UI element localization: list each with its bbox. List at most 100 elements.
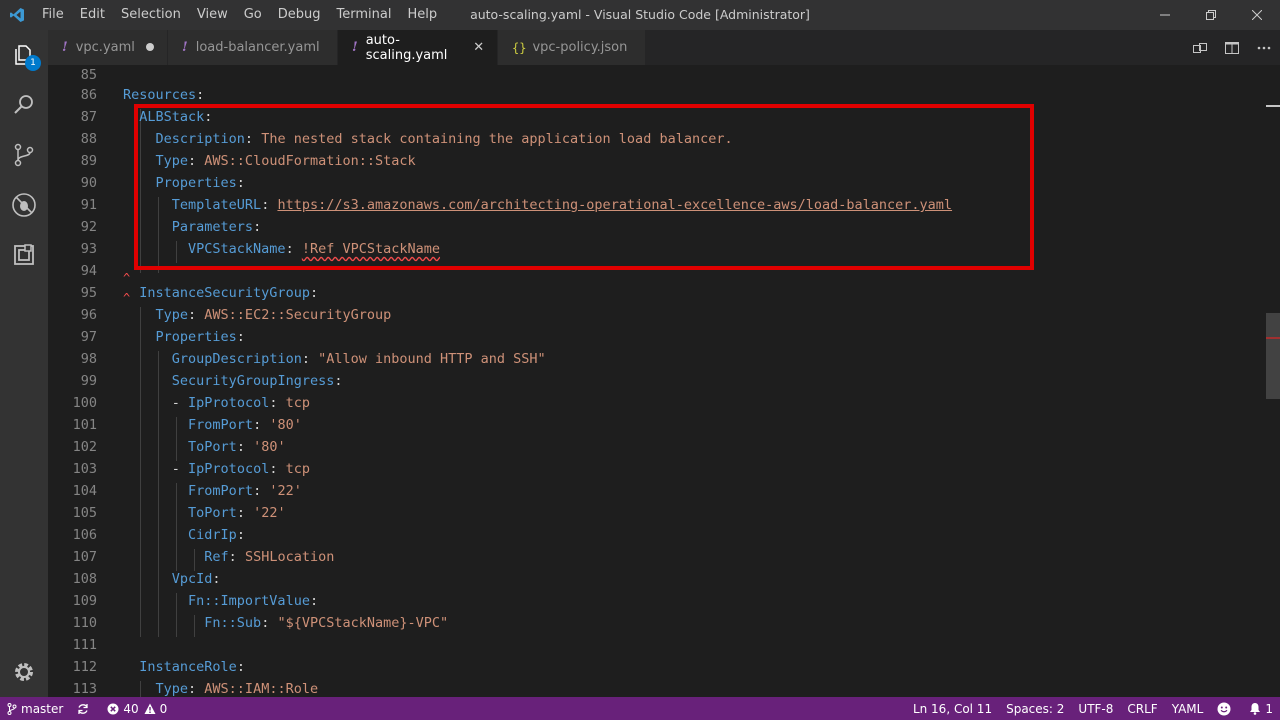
code-line: 98 GroupDescription: "Allow inbound HTTP… (80, 351, 546, 367)
explorer-button[interactable]: 1 (0, 30, 48, 80)
yaml-file-icon: ! (182, 40, 188, 55)
code-line: 99 SecurityGroupIngress: (80, 373, 343, 389)
code-editor[interactable]: ^ ^ 85 86 Resources: 87 ALBStack: 88 Desc… (48, 65, 1280, 697)
extensions-button[interactable] (0, 230, 48, 280)
code-line: 111 (72, 637, 97, 653)
restore-icon (1206, 10, 1216, 20)
activity-bar: 1 (0, 30, 48, 697)
editor-actions (1184, 30, 1280, 65)
tab-label: auto-scaling.yaml (365, 32, 448, 63)
error-count: 40 (123, 701, 139, 716)
code-line: 101 FromPort: '80' (72, 417, 302, 433)
scroll-ruler-mark (1266, 105, 1280, 107)
code-line: 112 InstanceRole: (72, 659, 245, 675)
source-control-icon (14, 143, 34, 167)
highlight-annotation-box (134, 104, 1034, 270)
scroll-thumb[interactable] (1266, 313, 1280, 399)
unsaved-dot-icon[interactable] (143, 40, 157, 55)
scroll-error-mark (1266, 337, 1280, 339)
sync-button[interactable] (70, 697, 100, 720)
git-branch-button[interactable]: master (0, 697, 70, 720)
code-line: 105 ToPort: '22' (72, 505, 286, 521)
notification-count: 1 (1265, 701, 1273, 716)
menu-file[interactable]: File (34, 0, 72, 30)
vscode-logo-icon (0, 0, 34, 30)
code-line: 107 Ref: SSHLocation (72, 549, 335, 565)
bell-icon (1250, 703, 1261, 715)
warning-count: 0 (159, 701, 168, 716)
code-line: 86 Resources: (80, 87, 205, 103)
title-bar: File Edit Selection View Go Debug Termin… (0, 0, 1280, 30)
menu-selection[interactable]: Selection (113, 0, 189, 30)
menu-view[interactable]: View (189, 0, 236, 30)
code-line: 100 - IpProtocol: tcp (72, 395, 310, 411)
code-line: 106 CidrIp: (72, 527, 245, 543)
tab-vpc-policy-json[interactable]: {} vpc-policy.json (498, 30, 646, 65)
split-editor-button[interactable] (1216, 30, 1248, 65)
code-line: 108 VpcId: (72, 571, 221, 587)
sync-icon (78, 703, 88, 714)
feedback-button[interactable] (1210, 697, 1242, 720)
code-line: 104 FromPort: '22' (72, 483, 302, 499)
code-line: 110 Fn::Sub: "${VPCStackName}-VPC" (72, 615, 449, 631)
open-changes-button[interactable] (1184, 30, 1216, 65)
tab-vpc-yaml[interactable]: ! vpc.yaml (48, 30, 168, 65)
code-line: 113 Type: AWS::IAM::Role (72, 681, 319, 697)
notifications-button[interactable]: 1 (1242, 697, 1280, 720)
code-line: 95 InstanceSecurityGroup: (80, 285, 319, 301)
search-icon (14, 95, 33, 114)
code-line: 103 - IpProtocol: tcp (72, 461, 310, 477)
smiley-icon (1217, 702, 1231, 715)
split-editor-icon (1225, 41, 1239, 54)
code-line: 96 Type: AWS::EC2::SecurityGroup (80, 307, 392, 323)
menu-bar: File Edit Selection View Go Debug Termin… (34, 0, 445, 30)
eol-setting[interactable]: CRLF (1120, 697, 1164, 720)
vertical-scrollbar[interactable] (1266, 65, 1280, 697)
code-line: 109 Fn::ImportValue: (72, 593, 319, 609)
open-changes-icon (1193, 42, 1207, 53)
restore-button[interactable] (1188, 0, 1234, 30)
explorer-badge: 1 (25, 55, 41, 71)
tab-bar: ! vpc.yaml ! load-balancer.yaml ! auto-s… (48, 30, 1280, 65)
search-button[interactable] (0, 80, 48, 130)
cursor-position[interactable]: Ln 16, Col 11 (906, 697, 999, 720)
menu-help[interactable]: Help (399, 0, 445, 30)
more-actions-icon (1257, 46, 1271, 49)
minimize-icon (1160, 14, 1170, 16)
language-mode[interactable]: YAML (1165, 697, 1211, 720)
tab-auto-scaling-yaml[interactable]: ! auto-scaling.yaml ✕ (338, 30, 498, 65)
warning-icon (144, 703, 156, 714)
source-control-button[interactable] (0, 130, 48, 180)
more-actions-button[interactable] (1248, 30, 1280, 65)
debug-button[interactable] (0, 180, 48, 230)
gear-icon (15, 663, 33, 681)
extensions-icon (14, 244, 34, 265)
code-line: 85 (80, 67, 97, 83)
git-branch-icon (7, 702, 17, 715)
menu-edit[interactable]: Edit (72, 0, 113, 30)
close-window-button[interactable] (1234, 0, 1280, 30)
debug-icon (12, 193, 36, 217)
git-branch-label: master (21, 701, 64, 716)
code-line: 97 Properties: (80, 329, 245, 345)
error-icon (107, 703, 119, 714)
yaml-file-icon: ! (352, 40, 358, 55)
tab-load-balancer-yaml[interactable]: ! load-balancer.yaml (168, 30, 338, 65)
tab-label: vpc.yaml (75, 40, 135, 55)
menu-debug[interactable]: Debug (270, 0, 329, 30)
json-file-icon: {} (512, 40, 527, 55)
indentation-setting[interactable]: Spaces: 2 (999, 697, 1071, 720)
tab-close-icon[interactable]: ✕ (470, 40, 487, 55)
menu-go[interactable]: Go (236, 0, 270, 30)
window-controls (1142, 0, 1280, 30)
manage-button[interactable] (0, 647, 48, 697)
menu-terminal[interactable]: Terminal (329, 0, 400, 30)
code-line: 102 ToPort: '80' (72, 439, 286, 455)
encoding-setting[interactable]: UTF-8 (1071, 697, 1120, 720)
minimize-button[interactable] (1142, 0, 1188, 30)
status-bar: master 40 0 Ln 16, Col 11 Spaces: 2 UTF-… (0, 697, 1280, 720)
yaml-file-icon: ! (62, 40, 68, 55)
tab-label: load-balancer.yaml (195, 40, 320, 55)
problems-button[interactable]: 40 0 (100, 697, 174, 720)
tab-label: vpc-policy.json (532, 40, 628, 55)
